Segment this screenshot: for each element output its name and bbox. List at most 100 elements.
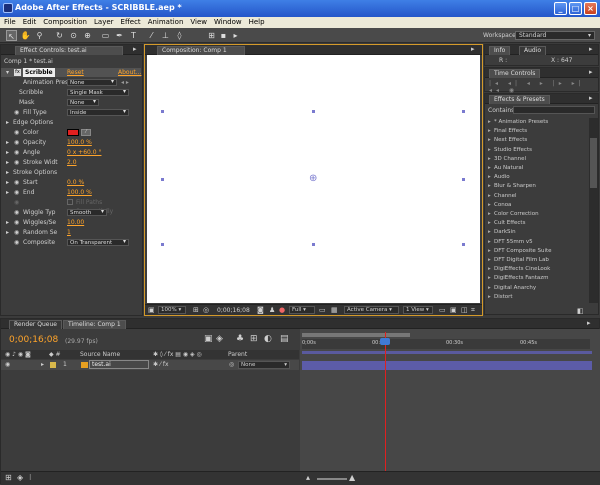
menu-help[interactable]: Help [245, 17, 268, 26]
effect-category-item[interactable]: ▸ * Animation Presets [485, 118, 585, 127]
end-value[interactable]: 100.0 % [67, 188, 92, 197]
effect-category-item[interactable]: ▸ Color Correction [485, 210, 585, 219]
effect-category-item[interactable]: ▸ DFT Digital Film Lab [485, 256, 585, 265]
text-tool-icon[interactable]: T [128, 30, 139, 41]
effect-name[interactable]: Scribble [23, 68, 55, 77]
scrollbar-thumb[interactable] [590, 138, 597, 188]
effect-category-item[interactable]: ▸ DigiEffects CineLook [485, 265, 585, 274]
menu-view[interactable]: View [186, 17, 210, 26]
effect-category-item[interactable]: ▸ DigiEffects Fantazm [485, 274, 585, 283]
angle-value[interactable]: 0 x +60.0 ° [67, 148, 101, 157]
bbox-handle[interactable] [161, 178, 164, 181]
transparency-grid-icon[interactable]: ▦ [331, 306, 338, 314]
live-update-icon[interactable]: ◈ [216, 334, 223, 344]
effect-category-item[interactable]: ▸ Studio Effects [485, 146, 585, 155]
menu-window[interactable]: Window [210, 17, 245, 26]
effect-category-item[interactable]: ▸ Final Effects [485, 127, 585, 136]
grid-icon[interactable]: ⊞ [193, 306, 199, 314]
draft-3d-icon[interactable]: ♣ [236, 334, 244, 344]
zoom-tool-icon[interactable]: ⚲ [34, 30, 45, 41]
maximize-button[interactable]: □ [569, 2, 582, 15]
time-ruler[interactable]: 0;00s 00:15s 00:30s 00:45s [302, 339, 590, 349]
orbit-camera-icon[interactable]: ⊙ [68, 30, 79, 41]
opacity-value[interactable]: 100.0 % [67, 138, 92, 147]
effect-category-item[interactable]: ▸ Next Effects [485, 136, 585, 145]
bbox-handle[interactable] [462, 243, 465, 246]
menu-composition[interactable]: Composition [39, 17, 90, 26]
effect-category-item[interactable]: ▸ DarkSin [485, 228, 585, 237]
source-name-header[interactable]: Source Name [80, 351, 120, 358]
timeline-icon[interactable]: ◫ [461, 306, 468, 314]
selection-tool-icon[interactable]: ↖ [6, 30, 17, 41]
expand-triangle-icon[interactable]: ▸ [6, 138, 9, 147]
playback-controls[interactable]: |◂ ◂| ◂ ▸ |▸ ▸| ◂◂ ◉ [489, 80, 598, 94]
bbox-handle[interactable] [312, 110, 315, 113]
timeline-graph-area[interactable]: 0;00s 00:15s 00:30s 00:45s [300, 329, 600, 485]
close-button[interactable]: × [584, 2, 597, 15]
zoom-in-icon[interactable]: ▲ [349, 473, 355, 482]
composite-dropdown[interactable]: On Transparent [67, 239, 129, 246]
comp-marker-icon[interactable]: ▣ [204, 334, 213, 344]
stopwatch-icon[interactable]: ◉ [14, 138, 19, 147]
wiggles-value[interactable]: 10.00 [67, 218, 84, 227]
effect-header-row[interactable]: ▾ fx Scribble Reset About... [1, 68, 141, 77]
panel-menu-icon[interactable]: ▸ [471, 45, 475, 53]
fill-paths-checkbox[interactable] [67, 199, 73, 205]
axis-mode-icon[interactable]: ⊞ [206, 30, 217, 41]
effect-category-item[interactable]: ▸ 3D Channel [485, 155, 585, 164]
playhead[interactable] [385, 332, 386, 485]
menu-file[interactable]: File [0, 17, 19, 26]
preset-nav-icon[interactable]: ◂ ▸ [121, 78, 129, 87]
playhead-handle[interactable] [380, 338, 390, 345]
fast-previews-icon[interactable]: ▣ [450, 306, 457, 314]
eraser-tool-icon[interactable]: ◊ [174, 30, 185, 41]
bbox-handle[interactable] [462, 110, 465, 113]
brush-tool-icon[interactable]: ⁄ [146, 30, 157, 41]
bbox-handle[interactable] [462, 178, 465, 181]
stopwatch-icon[interactable]: ◉ [14, 208, 19, 217]
menu-animation[interactable]: Animation [144, 17, 187, 26]
expand-triangle-icon[interactable]: ▸ [6, 168, 9, 177]
workspace-dropdown[interactable]: Standard ▾ [515, 31, 595, 40]
panel-menu-icon[interactable]: ▸ [587, 319, 591, 327]
about-link[interactable]: About... [118, 68, 141, 77]
effect-category-item[interactable]: ▸ Digital Anarchy [485, 284, 585, 293]
flowchart-icon[interactable]: ⌗ [471, 306, 475, 315]
motion-blur-icon[interactable]: ◐ [264, 334, 272, 344]
effect-category-item[interactable]: ▸ Audio [485, 173, 585, 182]
menu-effect[interactable]: Effect [117, 17, 144, 26]
layer-row[interactable]: ◉ ▸ 1 test.ai ✱ ⁄ fx ◎ None ▾ [1, 360, 299, 370]
effect-category-item[interactable]: ▸ Channel [485, 192, 585, 201]
hand-tool-icon[interactable]: ✋ [20, 30, 31, 41]
expand-triangle-icon[interactable]: ▸ [6, 218, 9, 227]
view-axis-icon[interactable]: ▸ [230, 30, 241, 41]
reset-link[interactable]: Reset [67, 68, 84, 77]
rotation-tool-icon[interactable]: ↻ [54, 30, 65, 41]
expand-triangle-icon[interactable]: ▸ [6, 118, 9, 127]
stopwatch-icon[interactable]: ◉ [14, 128, 19, 137]
stopwatch-icon[interactable]: ◉ [14, 148, 19, 157]
show-snapshot-icon[interactable]: ♟ [269, 306, 275, 314]
camera-dropdown[interactable]: Active Camera ▾ [344, 306, 399, 314]
bbox-handle[interactable] [161, 110, 164, 113]
graph-editor-icon[interactable]: ▤ [280, 334, 289, 344]
zoom-out-icon[interactable]: ▴ [306, 473, 310, 482]
effects-search-input[interactable] [513, 106, 595, 114]
parent-header[interactable]: Parent [228, 351, 247, 358]
view-layout-dropdown[interactable]: 1 View ▾ [403, 306, 433, 314]
new-folder-icon[interactable]: ◧ [577, 307, 584, 315]
minimize-button[interactable]: _ [554, 2, 567, 15]
panel-menu-icon[interactable]: ▸ [133, 45, 137, 53]
effect-category-item[interactable]: ▸ Au Natural [485, 164, 585, 173]
snapshot-icon[interactable]: ◙ [257, 306, 264, 314]
fill-type-dropdown[interactable]: Inside [67, 109, 129, 116]
zoom-slider[interactable] [302, 351, 592, 354]
composition-canvas[interactable]: ⊕ [147, 55, 480, 303]
tab-info[interactable]: Info [489, 46, 511, 55]
tab-render-queue[interactable]: Render Queue [9, 320, 62, 329]
region-of-interest-icon[interactable]: ▭ [319, 306, 326, 314]
clone-stamp-icon[interactable]: ⊥ [160, 30, 171, 41]
work-area-bar[interactable] [302, 333, 410, 337]
expand-triangle-icon[interactable]: ▸ [6, 178, 9, 187]
tab-time-controls[interactable]: Time Controls [489, 69, 541, 78]
